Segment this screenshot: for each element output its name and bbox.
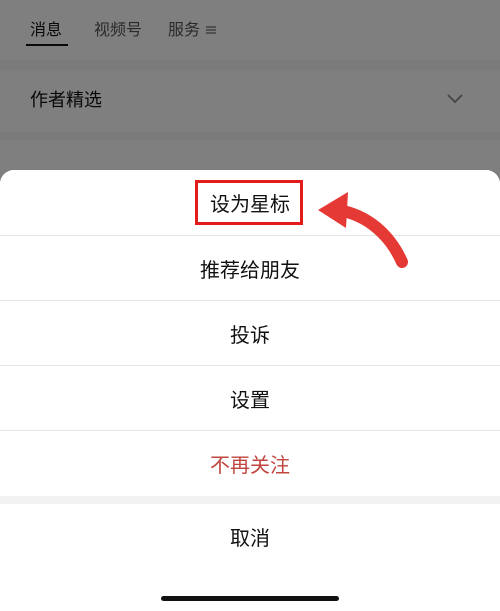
- recommend-to-friend-button[interactable]: 推荐给朋友: [0, 236, 500, 300]
- cancel-button[interactable]: 取消: [0, 504, 500, 568]
- section-gap: [0, 496, 500, 504]
- highlight-box: [195, 180, 303, 225]
- unfollow-button[interactable]: 不再关注: [0, 431, 500, 495]
- action-sheet: 设为星标 推荐给朋友 投诉 设置 不再关注 取消: [0, 170, 500, 611]
- home-indicator[interactable]: [161, 596, 339, 601]
- red-arrow-icon: [318, 192, 408, 268]
- report-button[interactable]: 投诉: [0, 301, 500, 365]
- settings-button[interactable]: 设置: [0, 366, 500, 430]
